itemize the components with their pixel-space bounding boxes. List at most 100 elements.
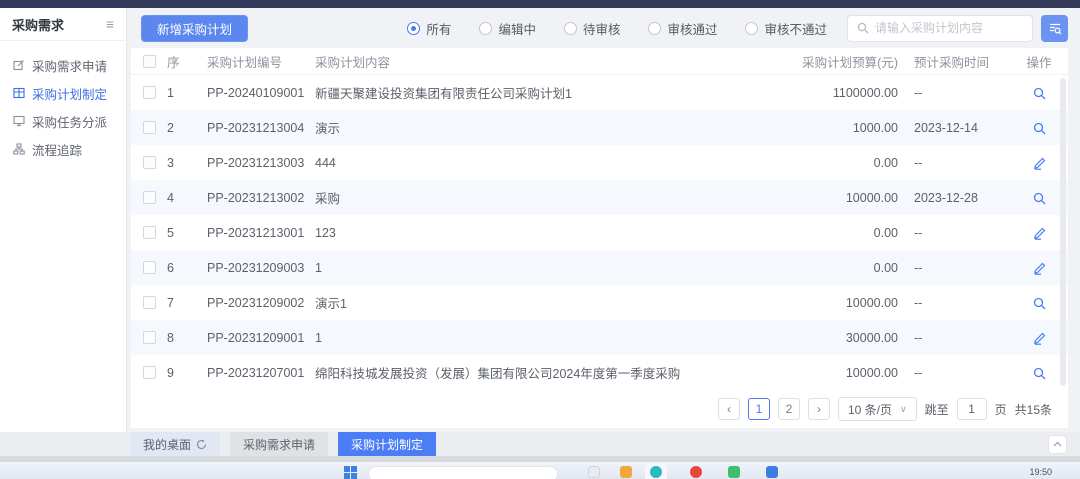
row-checkbox[interactable] [143, 86, 156, 99]
page-number-button[interactable]: 2 [778, 398, 800, 420]
taskbar-app-icon[interactable] [766, 466, 778, 478]
table-card: 序 采购计划编号 采购计划内容 采购计划预算(元) 预计采购时间 操作 1 PP… [131, 48, 1068, 428]
row-checkbox[interactable] [143, 191, 156, 204]
top-header-strip [0, 0, 1080, 8]
edit-icon[interactable] [1033, 157, 1046, 170]
row-expected-time: -- [898, 226, 1010, 240]
grid-table-icon [13, 87, 25, 99]
tab-my-desktop[interactable]: 我的桌面 [130, 432, 220, 456]
row-seq: 7 [167, 296, 207, 310]
row-checkbox[interactable] [143, 261, 156, 274]
row-checkbox[interactable] [143, 156, 156, 169]
sidebar-item-label: 流程追踪 [32, 140, 82, 159]
edit-icon[interactable] [1033, 262, 1046, 275]
row-seq: 9 [167, 366, 207, 380]
view-icon[interactable] [1033, 87, 1046, 100]
add-plan-button[interactable]: 新增采购计划 [141, 15, 248, 42]
row-plan-code: PP-20231209001 [207, 331, 315, 345]
toolbar: 新增采购计划 所有 编辑中 待审核 [127, 8, 1080, 48]
row-budget: 1100000.00 [768, 86, 898, 100]
status-filter-radio[interactable]: 待审核 [564, 19, 621, 38]
edit-icon[interactable] [1033, 332, 1046, 345]
edit-icon[interactable] [1033, 227, 1046, 240]
status-filter-radio[interactable]: 所有 [407, 19, 451, 38]
row-expected-time: 2023-12-14 [898, 121, 1010, 135]
row-checkbox[interactable] [143, 296, 156, 309]
sidebar-item-purchase-plan[interactable]: 采购计划制定 [0, 79, 126, 107]
row-plan-content: 演示1 [315, 293, 768, 312]
taskbar-app-icon[interactable] [728, 466, 740, 478]
row-seq: 5 [167, 226, 207, 240]
row-budget: 0.00 [768, 261, 898, 275]
taskbar-clock: 19:50 [1029, 467, 1052, 477]
taskbar-app-icon[interactable] [588, 466, 600, 478]
app-window: 采购需求 ≡ 采购需求申请 采购计划制定 采购任务分派 [0, 0, 1080, 479]
jump-suffix-label: 页 [995, 401, 1007, 418]
view-icon[interactable] [1033, 192, 1046, 205]
row-budget: 0.00 [768, 156, 898, 170]
row-budget: 10000.00 [768, 296, 898, 310]
taskbar-app-icon[interactable] [620, 466, 632, 478]
collapse-panel-button[interactable] [1048, 435, 1067, 454]
radio-icon [745, 22, 758, 35]
refresh-icon[interactable] [196, 439, 207, 450]
row-expected-time: -- [898, 296, 1010, 310]
bottom-tab-bar: 我的桌面 采购需求申请 采购计划制定 [0, 432, 1080, 456]
menu-collapse-icon[interactable]: ≡ [106, 16, 114, 32]
taskbar-app-icon[interactable] [690, 466, 702, 478]
view-icon[interactable] [1033, 367, 1046, 380]
prev-page-button[interactable]: ‹ [718, 398, 740, 420]
sidebar-item-label: 采购需求申请 [32, 56, 107, 75]
row-expected-time: -- [898, 156, 1010, 170]
page-size-select[interactable]: 10 条/页 ∨ [838, 397, 917, 421]
table-row[interactable]: 7 PP-20231209002 演示1 10000.00 -- [131, 285, 1068, 320]
os-taskbar: 19:50 [0, 462, 1080, 479]
status-filter-radio[interactable]: 编辑中 [479, 19, 536, 38]
col-header-time: 预计采购时间 [898, 52, 1010, 71]
table-row[interactable]: 9 PP-20231207001 绵阳科技城发展投资（发展）集团有限公司2024… [131, 355, 1068, 390]
table-row[interactable]: 5 PP-20231213001 123 0.00 -- [131, 215, 1068, 250]
search-icon [857, 22, 869, 34]
sidebar-item-label: 采购任务分派 [32, 112, 107, 131]
table-row[interactable]: 3 PP-20231213003 444 0.00 -- [131, 145, 1068, 180]
status-filter-radio[interactable]: 审核不通过 [745, 19, 827, 38]
taskbar-app-icon[interactable] [650, 466, 662, 478]
page-number-button[interactable]: 1 [748, 398, 770, 420]
sidebar-item-task-dispatch[interactable]: 采购任务分派 [0, 107, 126, 135]
row-plan-code: PP-20231213003 [207, 156, 315, 170]
table-row[interactable]: 1 PP-20240109001 新疆天聚建设投资集团有限责任公司采购计划1 1… [131, 75, 1068, 110]
col-header-budget: 采购计划预算(元) [768, 52, 898, 71]
search-input[interactable] [875, 21, 1023, 35]
edit-square-icon [13, 59, 25, 71]
table-scrollbar[interactable] [1060, 78, 1066, 386]
jump-page-input[interactable] [957, 398, 987, 420]
sidebar: 采购需求 ≡ 采购需求申请 采购计划制定 采购任务分派 [0, 8, 127, 432]
select-all-checkbox[interactable] [143, 55, 156, 68]
table-row[interactable]: 6 PP-20231209003 1 0.00 -- [131, 250, 1068, 285]
sidebar-item-process-trace[interactable]: 流程追踪 [0, 135, 126, 163]
status-filter-label: 所有 [426, 19, 451, 38]
row-checkbox[interactable] [143, 226, 156, 239]
sidebar-item-purchase-request[interactable]: 采购需求申请 [0, 51, 126, 79]
view-icon[interactable] [1033, 297, 1046, 310]
row-budget: 30000.00 [768, 331, 898, 345]
row-expected-time: -- [898, 86, 1010, 100]
list-search-icon[interactable] [1041, 15, 1068, 42]
row-checkbox[interactable] [143, 121, 156, 134]
row-plan-content: 123 [315, 226, 768, 240]
status-filter-label: 待审核 [583, 19, 621, 38]
table-row[interactable]: 8 PP-20231209001 1 30000.00 -- [131, 320, 1068, 355]
row-checkbox[interactable] [143, 366, 156, 379]
next-page-button[interactable]: › [808, 398, 830, 420]
taskbar-search-pill[interactable] [368, 466, 558, 479]
table-row[interactable]: 2 PP-20231213004 演示 1000.00 2023-12-14 [131, 110, 1068, 145]
windows-start-icon[interactable] [344, 466, 357, 479]
table-row[interactable]: 4 PP-20231213002 采购 10000.00 2023-12-28 [131, 180, 1068, 215]
row-checkbox[interactable] [143, 331, 156, 344]
status-filter-radio[interactable]: 审核通过 [648, 19, 717, 38]
tab-purchase-plan[interactable]: 采购计划制定 [338, 432, 436, 456]
tab-purchase-request[interactable]: 采购需求申请 [230, 432, 328, 456]
row-expected-time: -- [898, 331, 1010, 345]
view-icon[interactable] [1033, 122, 1046, 135]
page-number-label: 2 [786, 402, 793, 416]
